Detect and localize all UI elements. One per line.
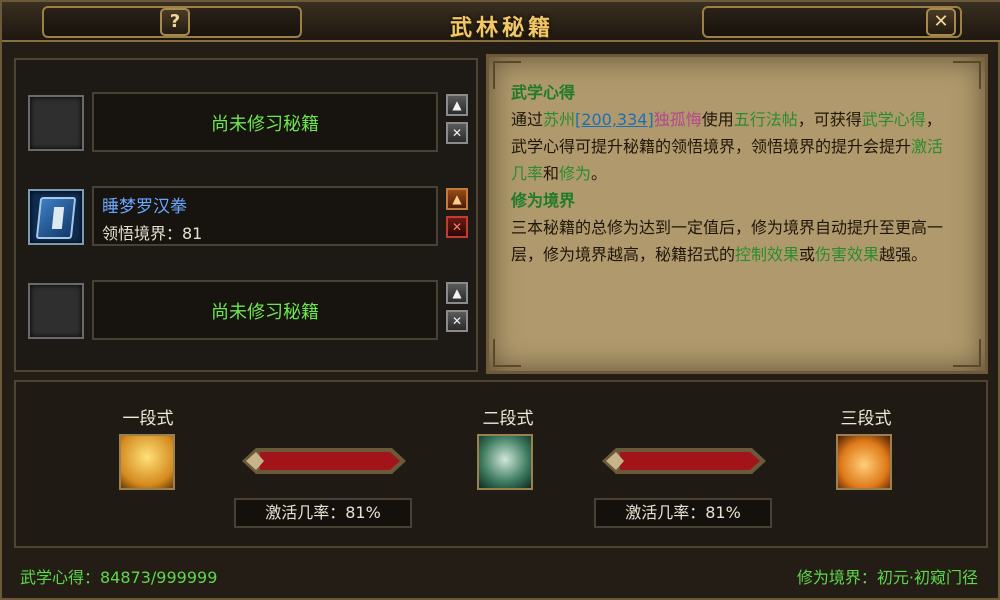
info-panel: 武学心得 通过苏州[200,334]独孤悔使用五行法帖，可获得武学心得，武学心得…: [486, 54, 988, 374]
manual-slot-1: 尚未修习秘籍 ▲ ✕: [26, 92, 470, 152]
slot-empty-text: 尚未修习秘籍: [211, 302, 319, 323]
remove-button[interactable]: ✕: [446, 310, 468, 332]
remove-button[interactable]: ✕: [446, 122, 468, 144]
stage-1-label: 一段式: [122, 409, 174, 429]
manual-slot-3: 尚未修习秘籍 ▲ ✕: [26, 280, 470, 340]
cultivation-description: 三本秘籍的总修为达到一定值后，修为境界自动提升至更高一层，修为境界越高，秘籍招式…: [511, 218, 944, 264]
window-title: 武林秘籍: [449, 16, 554, 41]
manual-name: 睡梦罗汉拳: [102, 197, 187, 217]
stage-3-label: 三段式: [840, 409, 892, 429]
insight-description: 通过苏州[200,334]独孤悔使用五行法帖，可获得武学心得，武学心得可提升秘籍…: [511, 110, 944, 183]
slot-box[interactable]: 睡梦罗汉拳 领悟境界：81: [92, 186, 438, 246]
empty-slot-icon[interactable]: [28, 283, 84, 339]
book-icon: [35, 197, 77, 239]
move-up-button[interactable]: ▲: [446, 188, 468, 210]
stage-2-label: 二段式: [482, 409, 534, 429]
progress-arrow-1: [242, 448, 406, 474]
activation-rate-2: 激活几率：81%: [594, 498, 772, 528]
fist-icon[interactable]: [477, 434, 533, 490]
martial-manual-window: ? 武林秘籍 ✕ 尚未修习秘籍 ▲ ✕ 睡梦罗汉拳 领悟境界：81 ▲ ✕ 尚未…: [0, 0, 1000, 600]
info-text: 武学心得 通过苏州[200,334]独孤悔使用五行法帖，可获得武学心得，武学心得…: [511, 79, 945, 349]
manual-book-icon[interactable]: [28, 189, 84, 245]
activation-rate-1: 激活几率：81%: [234, 498, 412, 528]
stages-panel: 一段式 二段式 三段式 激活几率：81% 激活几率：81%: [14, 380, 988, 548]
section-title-cultivation: 修为境界: [511, 191, 576, 210]
move-up-button[interactable]: ▲: [446, 94, 468, 116]
corner-ornament: [953, 339, 981, 367]
meditating-monk-icon[interactable]: [119, 434, 175, 490]
corner-ornament: [953, 61, 981, 89]
manual-slots-panel: 尚未修习秘籍 ▲ ✕ 睡梦罗汉拳 领悟境界：81 ▲ ✕ 尚未修习秘籍 ▲ ✕: [14, 58, 478, 372]
manual-level: 领悟境界：81: [102, 224, 203, 243]
help-button[interactable]: ?: [160, 8, 190, 36]
title-ornament-right: [702, 6, 962, 38]
empty-slot-icon[interactable]: [28, 95, 84, 151]
slot-box[interactable]: 尚未修习秘籍: [92, 280, 438, 340]
coordinate-link[interactable]: [200,334]: [575, 110, 654, 129]
cultivation-realm: 修为境界：初元·初窥门径: [796, 568, 978, 587]
insight-points: 武学心得：84873/999999: [20, 568, 218, 587]
slot-box[interactable]: 尚未修习秘籍: [92, 92, 438, 152]
remove-button[interactable]: ✕: [446, 216, 468, 238]
slot-empty-text: 尚未修习秘籍: [211, 114, 319, 135]
flaming-body-icon[interactable]: [836, 434, 892, 490]
progress-arrow-2: [602, 448, 766, 474]
title-bar: ? 武林秘籍 ✕: [2, 2, 1000, 42]
move-up-button[interactable]: ▲: [446, 282, 468, 304]
close-button[interactable]: ✕: [926, 8, 956, 36]
manual-slot-2: 睡梦罗汉拳 领悟境界：81 ▲ ✕: [26, 186, 470, 246]
section-title-insight: 武学心得: [511, 83, 576, 102]
